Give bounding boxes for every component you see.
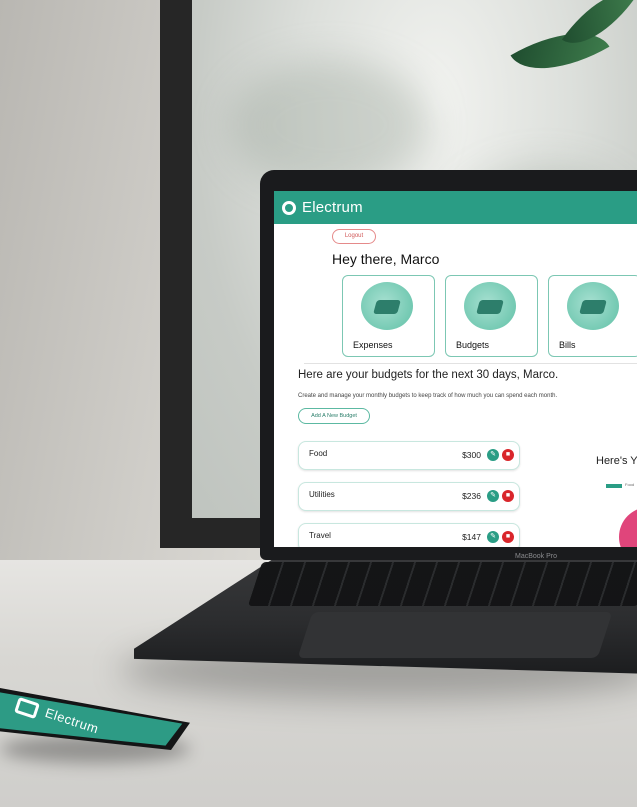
presentation-illustration-icon (464, 282, 516, 330)
legend-swatch (606, 484, 622, 488)
tile-label: Budgets (456, 340, 490, 350)
brand-name: Electrum (302, 199, 363, 216)
desk-illustration-icon (567, 282, 619, 330)
logout-button[interactable]: Logout (332, 229, 376, 244)
greeting-heading: Hey there, Marco (332, 251, 440, 267)
keyboard (247, 562, 637, 606)
edit-icon[interactable]: ✎ (487, 490, 499, 502)
budget-name: Utilities (309, 490, 335, 499)
tile-budgets[interactable]: Budgets (445, 275, 538, 357)
tile-label: Bills (559, 340, 576, 350)
add-budget-button[interactable]: Add A New Budget (298, 408, 370, 424)
tile-label: Expenses (353, 340, 393, 350)
chart-heading: Here's Y (596, 455, 637, 467)
budget-amount: $236 (462, 491, 481, 501)
legend-label: Food (625, 482, 635, 487)
laptop-model-label: MacBook Pro (515, 553, 558, 560)
wallet-illustration-icon (361, 282, 413, 330)
tile-bills[interactable]: Bills (548, 275, 637, 357)
edit-icon[interactable]: ✎ (487, 531, 499, 543)
budget-row[interactable]: Travel $147 ✎ ■ (298, 523, 520, 547)
budget-list: Food $300 ✎ ■ Utilities $236 ✎ ■ Travel … (298, 441, 520, 547)
app-header: Electrum (274, 191, 637, 224)
budget-row[interactable]: Food $300 ✎ ■ (298, 441, 520, 470)
budgets-subtitle: Create and manage your monthly budgets t… (298, 393, 558, 399)
trackpad (297, 612, 613, 658)
budget-amount: $300 (462, 450, 481, 460)
laptop-screen: Electrum Logout Hey there, Marco Expense… (274, 191, 637, 547)
section-divider (304, 363, 637, 364)
photo-scene: MacBook Pro Electrum Logout Hey there, M… (0, 0, 637, 807)
delete-icon[interactable]: ■ (502, 531, 514, 543)
budget-name: Travel (309, 531, 331, 540)
budget-row[interactable]: Utilities $236 ✎ ■ (298, 482, 520, 511)
tile-expenses[interactable]: Expenses (342, 275, 435, 357)
edit-icon[interactable]: ✎ (487, 449, 499, 461)
delete-icon[interactable]: ■ (502, 449, 514, 461)
budgets-title: Here are your budgets for the next 30 da… (298, 369, 559, 381)
electrum-logo-icon (282, 200, 296, 215)
feature-tiles: Expenses Budgets Bills (342, 275, 637, 357)
pie-chart (619, 507, 637, 547)
budget-name: Food (309, 449, 328, 458)
budget-amount: $147 (462, 532, 481, 542)
delete-icon[interactable]: ■ (502, 490, 514, 502)
